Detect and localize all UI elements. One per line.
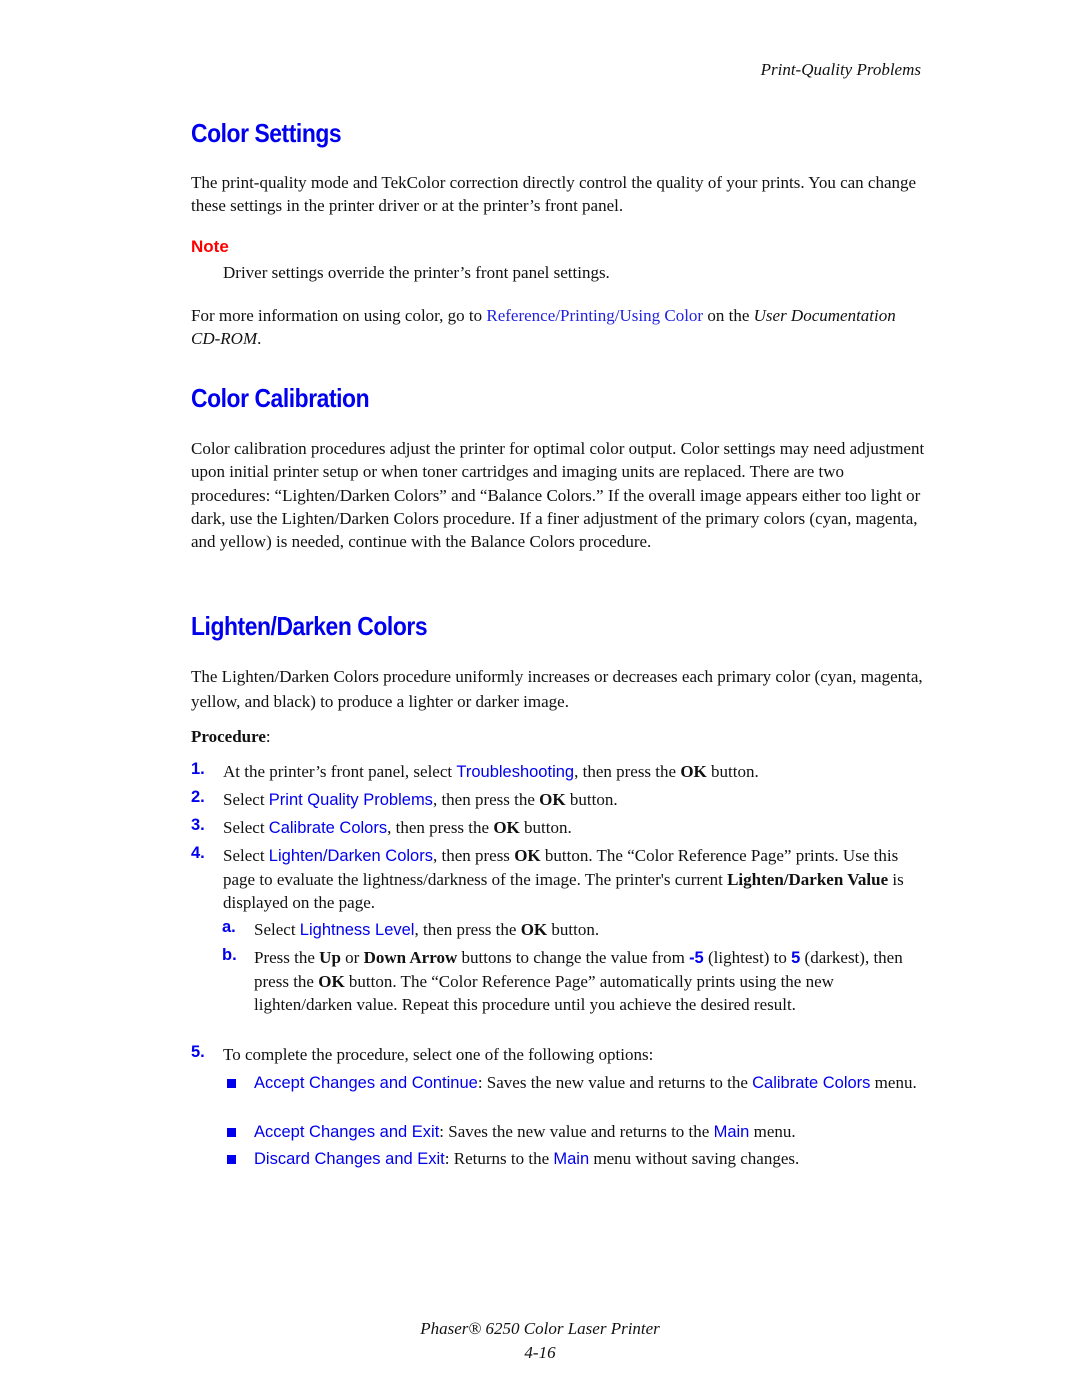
step-number: 5. [191,1043,205,1061]
color-settings-intro: The print-quality mode and TekColor corr… [191,173,917,215]
bullet-square-icon [227,1079,236,1088]
menu-item-lighten-darken-colors: Lighten/Darken Colors [268,847,433,865]
menu-item-calibrate-colors: Calibrate Colors [752,1074,871,1092]
procedure-label: Procedure: [191,725,926,748]
up-button-label: Up [319,948,341,967]
step-text: Select [223,846,269,865]
heading-color-settings: Color Settings [191,118,342,148]
reference-link[interactable]: Reference/Printing/Using Color [486,306,703,325]
step-number: 1. [191,760,205,778]
value-max: 5 [791,949,801,967]
bullet-square-icon [227,1128,236,1137]
option-text: : Saves the new value and returns to the [477,1073,753,1092]
menu-item-print-quality-problems: Print Quality Problems [268,791,433,809]
running-header: Print-Quality Problems [760,60,921,79]
step-text: Select [254,920,300,939]
step-2: 2. Select Print Quality Problems, then p… [191,788,926,812]
value-min: -5 [689,949,704,967]
ok-button-label: OK [514,846,541,865]
option-accept-continue: Accept Changes and Continue: Saves the n… [222,1071,922,1095]
step-text: , then press the [574,762,681,781]
ok-button-label: OK [318,972,345,991]
option-discard-exit: Discard Changes and Exit: Returns to the… [222,1147,922,1171]
footer-product: Phaser® 6250 Color Laser Printer [420,1319,660,1338]
step-text: , then press the [387,818,494,837]
step-number: 3. [191,816,205,834]
note-label: Note [191,237,229,256]
step-text: Select [223,790,269,809]
step-text: Press the [254,948,320,967]
more-info-prefix: For more information on using color, go … [191,306,487,325]
ok-button-label: OK [539,790,566,809]
step-text: Select [223,818,269,837]
step-1: 1. At the printer’s front panel, select … [191,760,926,784]
substep-b: b. Press the Up or Down Arrow buttons to… [222,946,922,1016]
option-text: menu. [749,1122,796,1141]
step-text: or [340,948,364,967]
step-number: 2. [191,788,205,806]
heading-lighten-darken: Lighten/Darken Colors [191,611,428,641]
bullet-square-icon [227,1155,236,1164]
step-text: button. [565,790,618,809]
step-text: button. [547,920,600,939]
substep-a: a. Select Lightness Level, then press th… [222,918,922,942]
menu-item-accept-changes-exit: Accept Changes and Exit [254,1123,440,1141]
menu-item-calibrate-colors: Calibrate Colors [268,819,388,837]
option-text: : Returns to the [444,1149,554,1168]
option-text: menu. [870,1073,917,1092]
menu-item-troubleshooting: Troubleshooting [456,763,575,781]
substep-letter: a. [222,918,236,936]
step-text: , then press [432,846,515,865]
step-number: 4. [191,844,205,862]
menu-item-accept-changes-continue: Accept Changes and Continue [254,1074,478,1092]
ok-button-label: OK [493,818,520,837]
menu-item-main: Main [553,1150,590,1168]
more-info-suffix: . [257,329,262,348]
ok-button-label: OK [680,762,707,781]
more-info-paragraph: For more information on using color, go … [191,304,926,350]
step-text: To complete the procedure, select one of… [223,1045,654,1064]
down-arrow-button-label: Down Arrow [363,948,458,967]
step-text: At the printer’s front panel, select [223,762,457,781]
step-text: button. [706,762,759,781]
more-info-mid: on the [703,306,754,325]
substep-letter: b. [222,946,237,964]
option-text: : Saves the new value and returns to the [439,1122,714,1141]
step-text: , then press the [432,790,540,809]
step-text: buttons to change the value from [457,948,690,967]
step-text: button. [519,818,572,837]
step-text: (lightest) to [703,948,792,967]
option-accept-exit: Accept Changes and Exit: Saves the new v… [222,1120,922,1144]
lighten-darken-value-label: Lighten/Darken Value [727,870,889,889]
heading-color-calibration: Color Calibration [191,383,370,413]
menu-item-discard-changes-exit: Discard Changes and Exit [254,1150,445,1168]
step-3: 3. Select Calibrate Colors, then press t… [191,816,926,840]
note-text: Driver settings override the printer’s f… [223,263,610,282]
step-4: 4. Select Lighten/Darken Colors, then pr… [191,844,926,914]
procedure-label-text: Procedure [191,727,266,746]
procedure-colon: : [265,727,271,746]
footer-page-number: 4-16 [524,1343,556,1362]
menu-item-lightness-level: Lightness Level [299,921,415,939]
menu-item-main: Main [713,1123,750,1141]
option-text: menu without saving changes. [589,1149,800,1168]
ok-button-label: OK [520,920,548,939]
lighten-darken-body: The Lighten/Darken Colors procedure unif… [191,667,923,711]
color-calibration-body: Color calibration procedures adjust the … [191,439,925,552]
step-5: 5. To complete the procedure, select one… [191,1043,926,1066]
step-text: , then press the [414,920,521,939]
